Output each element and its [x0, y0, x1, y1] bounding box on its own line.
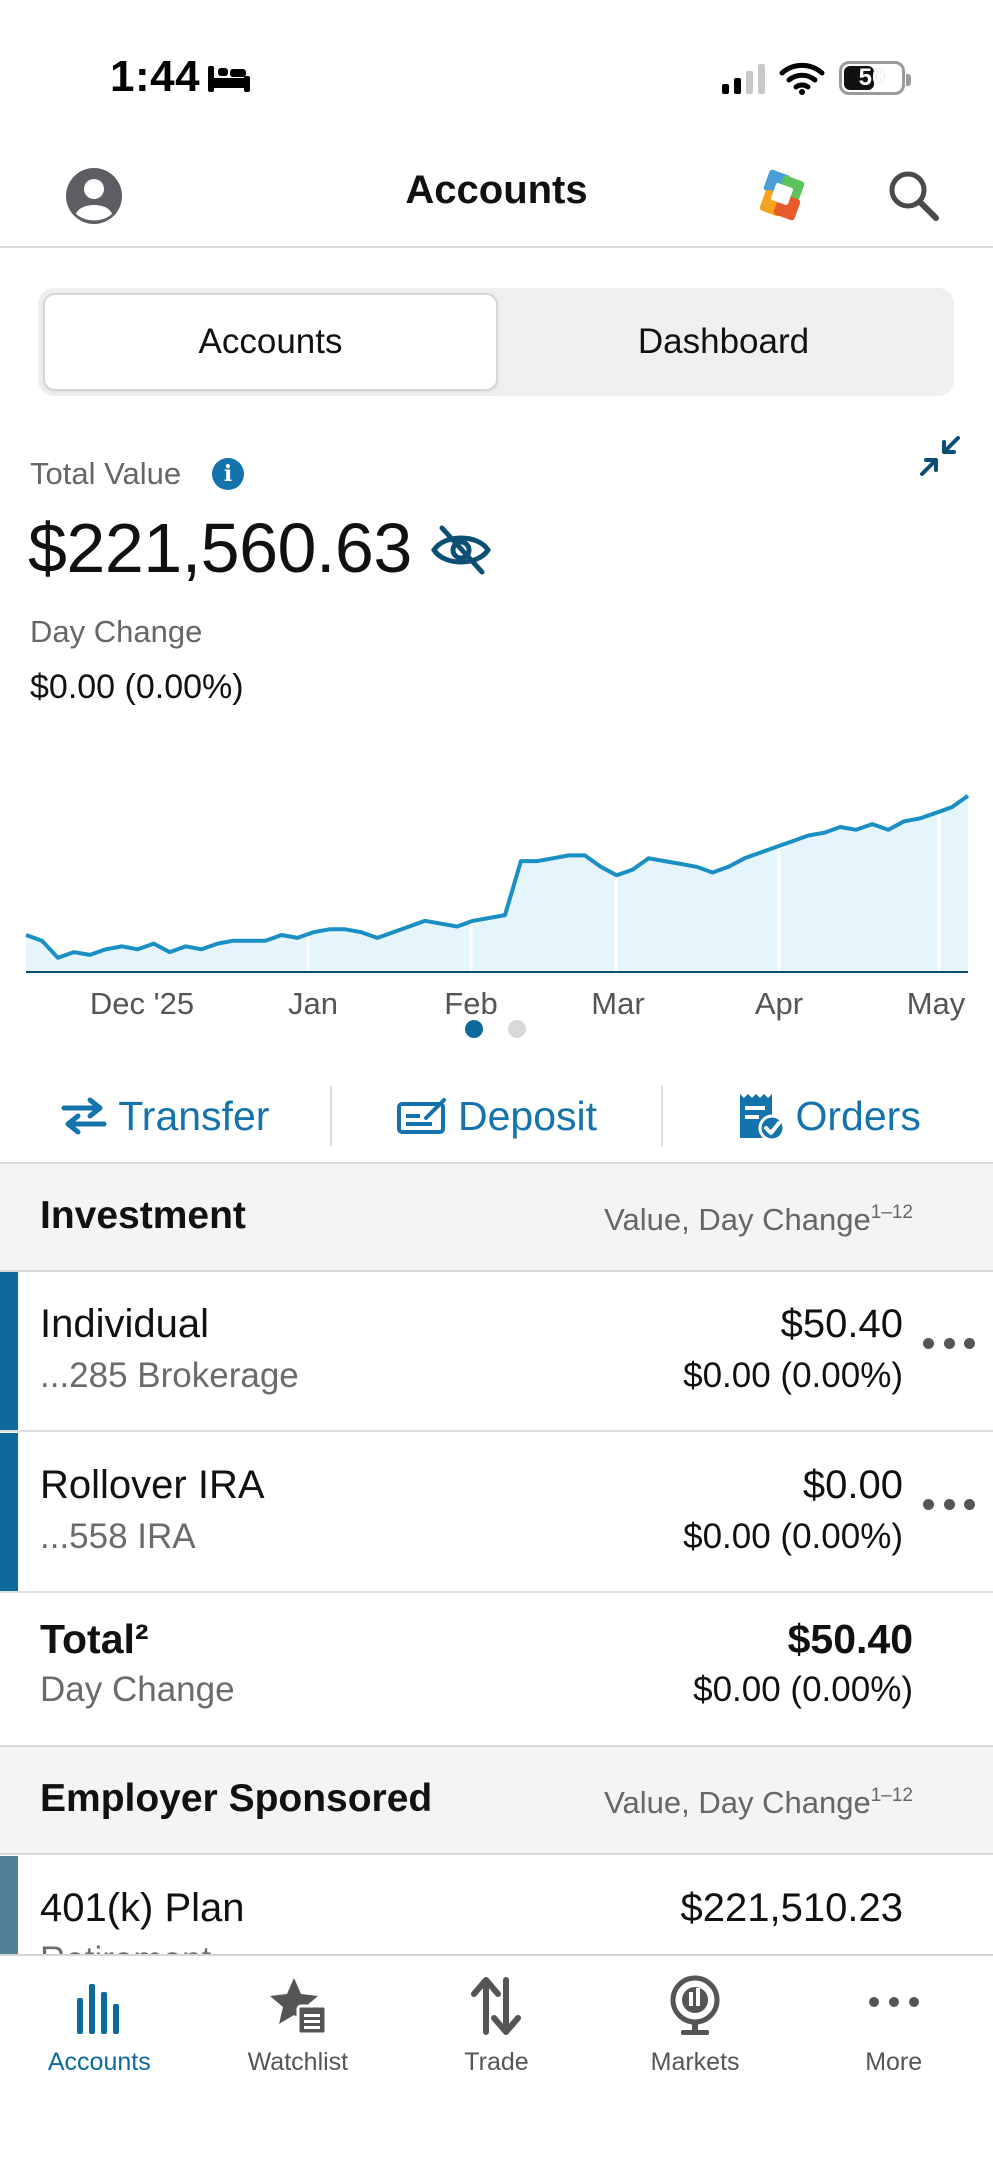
day-change-label: Day Change — [30, 614, 203, 649]
section-title: Investment — [40, 1194, 246, 1237]
tab-label: Accounts — [47, 2048, 151, 2076]
account-number: ...558 IRA — [40, 1517, 196, 1556]
account-number: ...285 Brokerage — [40, 1356, 299, 1395]
orders-label: Orders — [795, 1092, 921, 1139]
chart-area-fill — [26, 795, 968, 972]
page-title: Accounts — [405, 168, 588, 212]
total-value-amount: $221,560.63 — [28, 509, 412, 587]
search-icon[interactable] — [884, 166, 942, 224]
info-icon[interactable]: i — [212, 458, 244, 490]
day-change-value: $0.00 (0.00%) — [30, 668, 244, 706]
chart-page-indicator — [0, 1018, 993, 1042]
sleep-focus-icon — [208, 66, 250, 92]
tab-label: Markets — [650, 2048, 740, 2076]
transfer-arrows-icon — [61, 1097, 107, 1135]
tab-accounts-nav[interactable]: Accounts — [0, 1956, 199, 2160]
transfer-label: Transfer — [118, 1092, 270, 1139]
tab-label: More — [865, 2048, 923, 2076]
chart-x-tick-label: Apr — [755, 986, 803, 1021]
bar-chart-icon — [77, 1984, 120, 2034]
bottom-tab-bar: Accounts Watchlist Trade Markets More — [0, 1954, 993, 2160]
up-down-arrows-icon — [471, 1977, 522, 2035]
chart-x-tick-label: Dec '25 — [90, 986, 194, 1021]
brand-logo-icon[interactable] — [756, 168, 810, 222]
total-amount: $50.40 — [787, 1616, 913, 1662]
check-deposit-icon — [397, 1098, 446, 1134]
deposit-label: Deposit — [458, 1092, 598, 1139]
tab-trade-nav[interactable]: Trade — [397, 1956, 596, 2160]
section-subtitle: Value, Day Change1–12 — [604, 1202, 913, 1237]
account-row-rollover-ira[interactable]: Rollover IRA ...558 IRA $0.00 $0.00 (0.0… — [0, 1433, 993, 1593]
account-value: $221,510.23 — [680, 1886, 903, 1930]
tab-label: Trade — [464, 2048, 529, 2076]
account-day-change: $0.00 (0.00%) — [683, 1517, 903, 1556]
account-row-individual[interactable]: Individual ...285 Brokerage $50.40 $0.00… — [0, 1272, 993, 1432]
more-dots-icon — [868, 1997, 919, 2007]
account-value: $50.40 — [780, 1302, 903, 1346]
total-day-change-label: Day Change — [40, 1670, 235, 1709]
page-dot-2[interactable] — [508, 1020, 526, 1038]
tab-markets-nav[interactable]: Markets — [596, 1956, 795, 2160]
account-row-401k[interactable]: 401(k) Plan Retirement $221,510.23 — [0, 1856, 993, 1956]
action-row: Transfer Deposit Orders — [0, 1070, 993, 1162]
hide-balance-icon[interactable] — [430, 522, 492, 578]
account-day-change: $0.00 (0.00%) — [683, 1356, 903, 1395]
account-color-bar — [0, 1433, 18, 1591]
cellular-signal-icon — [722, 62, 765, 94]
orders-receipt-icon — [739, 1094, 786, 1142]
account-color-bar — [0, 1272, 18, 1430]
chart-x-tick-label: Mar — [591, 986, 644, 1021]
total-value-label: Total Value — [30, 456, 182, 491]
account-color-bar — [0, 1856, 18, 1956]
wifi-icon — [779, 62, 825, 95]
more-options-icon[interactable] — [923, 1499, 975, 1519]
account-value: $0.00 — [802, 1463, 903, 1507]
star-list-icon — [269, 1978, 328, 2036]
chart-x-tick-label: Jan — [288, 986, 338, 1021]
more-options-icon[interactable] — [923, 1338, 975, 1358]
performance-chart[interactable]: Dec '25 Jan Feb Mar Apr May — [0, 770, 993, 1030]
chart-x-tick-label: Feb — [444, 986, 497, 1021]
account-name: Rollover IRA — [40, 1463, 265, 1507]
view-segmented-control: Accounts Dashboard — [38, 288, 954, 396]
total-day-change: $0.00 (0.00%) — [693, 1670, 913, 1709]
battery-icon: 50 — [839, 61, 911, 95]
deposit-button[interactable]: Deposit — [332, 1093, 662, 1140]
status-bar: 1:44 50 — [0, 0, 993, 140]
account-name: Individual — [40, 1302, 210, 1346]
nav-header: Accounts — [0, 140, 993, 248]
investment-section-header: Investment Value, Day Change1–12 — [0, 1162, 993, 1272]
battery-level: 50 — [858, 64, 886, 91]
employer-section-header: Employer Sponsored Value, Day Change1–12 — [0, 1745, 993, 1855]
total-label: Total² — [40, 1616, 149, 1662]
chart-x-tick-label: May — [907, 986, 966, 1021]
tab-dashboard[interactable]: Dashboard — [498, 293, 949, 391]
orders-button[interactable]: Orders — [663, 1090, 993, 1142]
tab-accounts[interactable]: Accounts — [43, 293, 498, 391]
account-name: 401(k) Plan — [40, 1886, 245, 1930]
collapse-icon[interactable] — [918, 434, 962, 478]
section-title: Employer Sponsored — [40, 1777, 433, 1820]
globe-chart-icon — [670, 1975, 720, 2035]
tab-label: Watchlist — [247, 2048, 349, 2076]
section-subtitle: Value, Day Change1–12 — [604, 1785, 913, 1820]
tab-more-nav[interactable]: More — [794, 1956, 993, 2160]
tab-watchlist-nav[interactable]: Watchlist — [199, 1956, 398, 2160]
investment-total-row: Total² Day Change $50.40 $0.00 (0.00%) — [0, 1594, 993, 1744]
status-time: 1:44 — [110, 52, 201, 101]
transfer-button[interactable]: Transfer — [0, 1093, 330, 1140]
page-dot-1[interactable] — [465, 1020, 483, 1038]
